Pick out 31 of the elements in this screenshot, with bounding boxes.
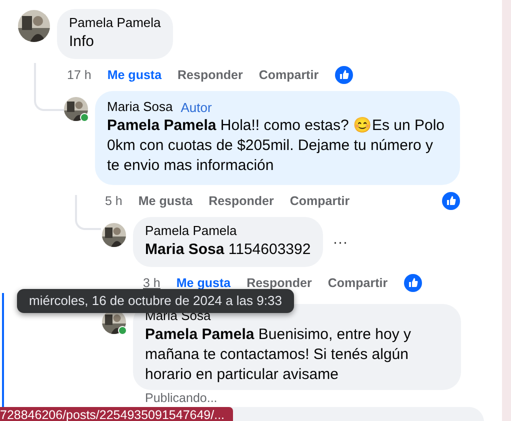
- comment-author[interactable]: Pamela Pamela: [145, 223, 237, 239]
- comment-time[interactable]: 17 h: [67, 68, 92, 82]
- comment-text: Pamela Pamela Buenisimo, entre hoy y mañana te contactamos! Si tenés algún horario en particular avisame: [145, 325, 412, 385]
- comment-author[interactable]: Pamela Pamela: [69, 15, 161, 31]
- comment-text: Maria Sosa 1154603392: [145, 240, 311, 260]
- like-reaction-icon[interactable]: [404, 274, 422, 292]
- share-button[interactable]: Compartir: [258, 68, 319, 82]
- like-button[interactable]: Me gusta: [107, 68, 162, 82]
- comment-text: Info: [69, 32, 96, 52]
- reply-button[interactable]: Responder: [208, 194, 274, 208]
- thread-connector: [75, 195, 101, 230]
- avatar[interactable]: [64, 97, 88, 121]
- reply-button[interactable]: Responder: [178, 68, 243, 82]
- avatar[interactable]: [102, 223, 126, 247]
- tooltip: miércoles, 16 de octubre de 2024 a las 9:33: [17, 289, 294, 313]
- avatar[interactable]: [18, 10, 50, 42]
- comment-time[interactable]: 3 h: [143, 276, 160, 290]
- like-reaction-icon[interactable]: [334, 66, 353, 84]
- comment-author[interactable]: Maria Sosa: [107, 99, 173, 115]
- posting-status: Publicando...: [144, 390, 218, 407]
- reply-button[interactable]: Responder: [246, 276, 312, 290]
- share-button[interactable]: Compartir: [290, 194, 350, 208]
- author-label: Autor: [180, 100, 212, 114]
- like-button[interactable]: Me gusta: [176, 276, 231, 290]
- comment-time[interactable]: 5 h: [105, 194, 122, 208]
- share-button[interactable]: Compartir: [328, 276, 388, 290]
- like-button[interactable]: Me gusta: [138, 194, 193, 208]
- more-options-button[interactable]: ···: [332, 234, 348, 250]
- like-reaction-icon[interactable]: [442, 192, 460, 210]
- comment-text: Pamela Pamela Hola!! como estas? 😊Es un Polo 0km con cuotas de $205mil. Dejame tu número y te envio mas información: [107, 116, 446, 176]
- thread-connector: [34, 63, 64, 111]
